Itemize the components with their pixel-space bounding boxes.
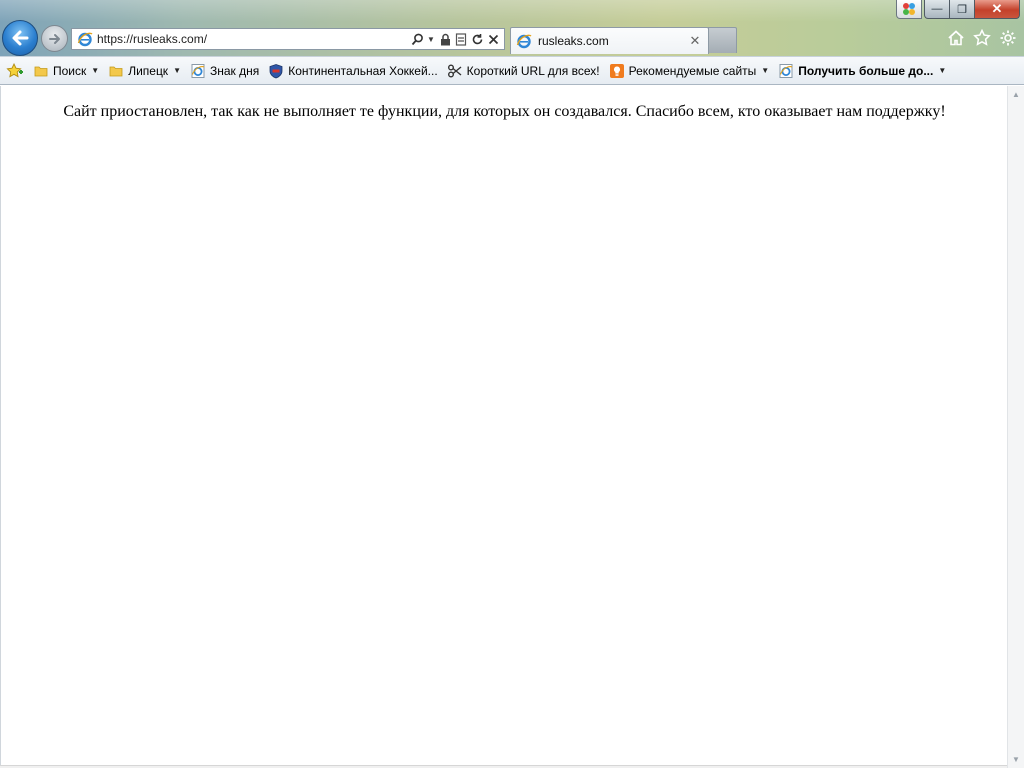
fav-item-short-url[interactable]: Короткий URL для всех! (444, 60, 603, 82)
maximize-button[interactable]: ❐ (950, 0, 975, 19)
window-title-ghost (236, 4, 239, 14)
favorites-star-icon[interactable] (972, 28, 992, 48)
fav-label: Липецк (128, 63, 169, 78)
browser-frame: — ❐ ✕ ▼ (0, 0, 1024, 56)
chevron-down-icon: ▼ (91, 66, 100, 75)
fav-item-search[interactable]: Поиск ▼ (30, 60, 102, 82)
gear-icon[interactable] (998, 28, 1018, 48)
ie-page-icon (516, 34, 532, 49)
chevron-down-icon: ▼ (761, 66, 770, 75)
close-window-button[interactable]: ✕ (975, 0, 1020, 19)
ie-page-icon (778, 63, 794, 79)
page-viewport: Сайт приостановлен, так как не выполняет… (0, 86, 1007, 768)
app-menu-button[interactable] (896, 0, 922, 19)
favorites-bar: Поиск ▼ Липецк ▼ Знак дня Континентальна… (0, 56, 1024, 85)
command-icons (946, 28, 1018, 48)
folder-icon (108, 63, 124, 79)
address-tools: ▼ (410, 31, 504, 47)
vertical-scrollbar[interactable]: ▲ ▼ (1007, 86, 1024, 768)
fav-item-lipetsk[interactable]: Липецк ▼ (105, 60, 184, 82)
restore-icon: ❐ (957, 3, 967, 16)
fav-item-suggested-sites[interactable]: Рекомендуемые сайты ▼ (606, 60, 773, 82)
folder-icon (33, 63, 49, 79)
scissors-icon (447, 63, 463, 79)
minimize-icon: — (931, 3, 943, 15)
compatibility-view-icon[interactable] (454, 31, 468, 47)
close-tab-icon[interactable]: ✕ (688, 33, 702, 49)
search-icon[interactable] (410, 31, 424, 47)
stop-icon[interactable] (486, 31, 500, 47)
site-suspended-notice: Сайт приостановлен, так как не выполняет… (63, 103, 946, 120)
scroll-up-arrow-icon[interactable]: ▲ (1008, 86, 1024, 103)
fav-label: Поиск (53, 63, 87, 78)
fav-label: Рекомендуемые сайты (628, 63, 757, 78)
close-icon: ✕ (991, 1, 1003, 16)
arrow-right-icon (48, 33, 60, 44)
ie-page-icon (190, 63, 206, 79)
fav-item-znak-dnya[interactable]: Знак дня (187, 60, 262, 82)
fav-label: Короткий URL для всех! (466, 63, 600, 78)
minimize-button[interactable]: — (924, 0, 950, 19)
new-tab-button[interactable] (708, 27, 737, 53)
tab-rusleaks[interactable]: rusleaks.com ✕ (510, 27, 709, 54)
add-to-favorites-bar-icon[interactable] (4, 60, 26, 82)
window-caption-buttons: — ❐ ✕ (896, 0, 1020, 19)
fav-label: Знак дня (209, 63, 260, 78)
chevron-down-icon[interactable]: ▼ (426, 31, 436, 47)
fav-label: Континентальная Хоккей... (288, 63, 438, 78)
home-icon[interactable] (946, 28, 966, 48)
fav-item-khl[interactable]: Континентальная Хоккей... (265, 60, 440, 82)
tab-title: rusleaks.com (538, 34, 609, 48)
lock-icon[interactable] (438, 31, 452, 47)
colorful-grid-icon (903, 3, 915, 15)
forward-button[interactable] (41, 25, 68, 52)
chevron-down-icon: ▼ (938, 66, 947, 75)
fav-label: Получить больше до... (798, 63, 934, 78)
scroll-down-arrow-icon[interactable]: ▼ (1008, 751, 1024, 768)
fav-item-get-more-addons[interactable]: Получить больше до... ▼ (775, 60, 949, 82)
address-bar: ▼ (71, 28, 505, 50)
arrow-left-icon (12, 30, 29, 46)
refresh-icon[interactable] (470, 31, 484, 47)
back-button[interactable] (2, 20, 38, 56)
suggested-sites-icon (609, 63, 625, 79)
chevron-down-icon: ▼ (173, 66, 181, 75)
khl-shield-icon (268, 63, 284, 79)
ie-logo-icon (77, 32, 93, 47)
address-input[interactable] (97, 30, 410, 48)
